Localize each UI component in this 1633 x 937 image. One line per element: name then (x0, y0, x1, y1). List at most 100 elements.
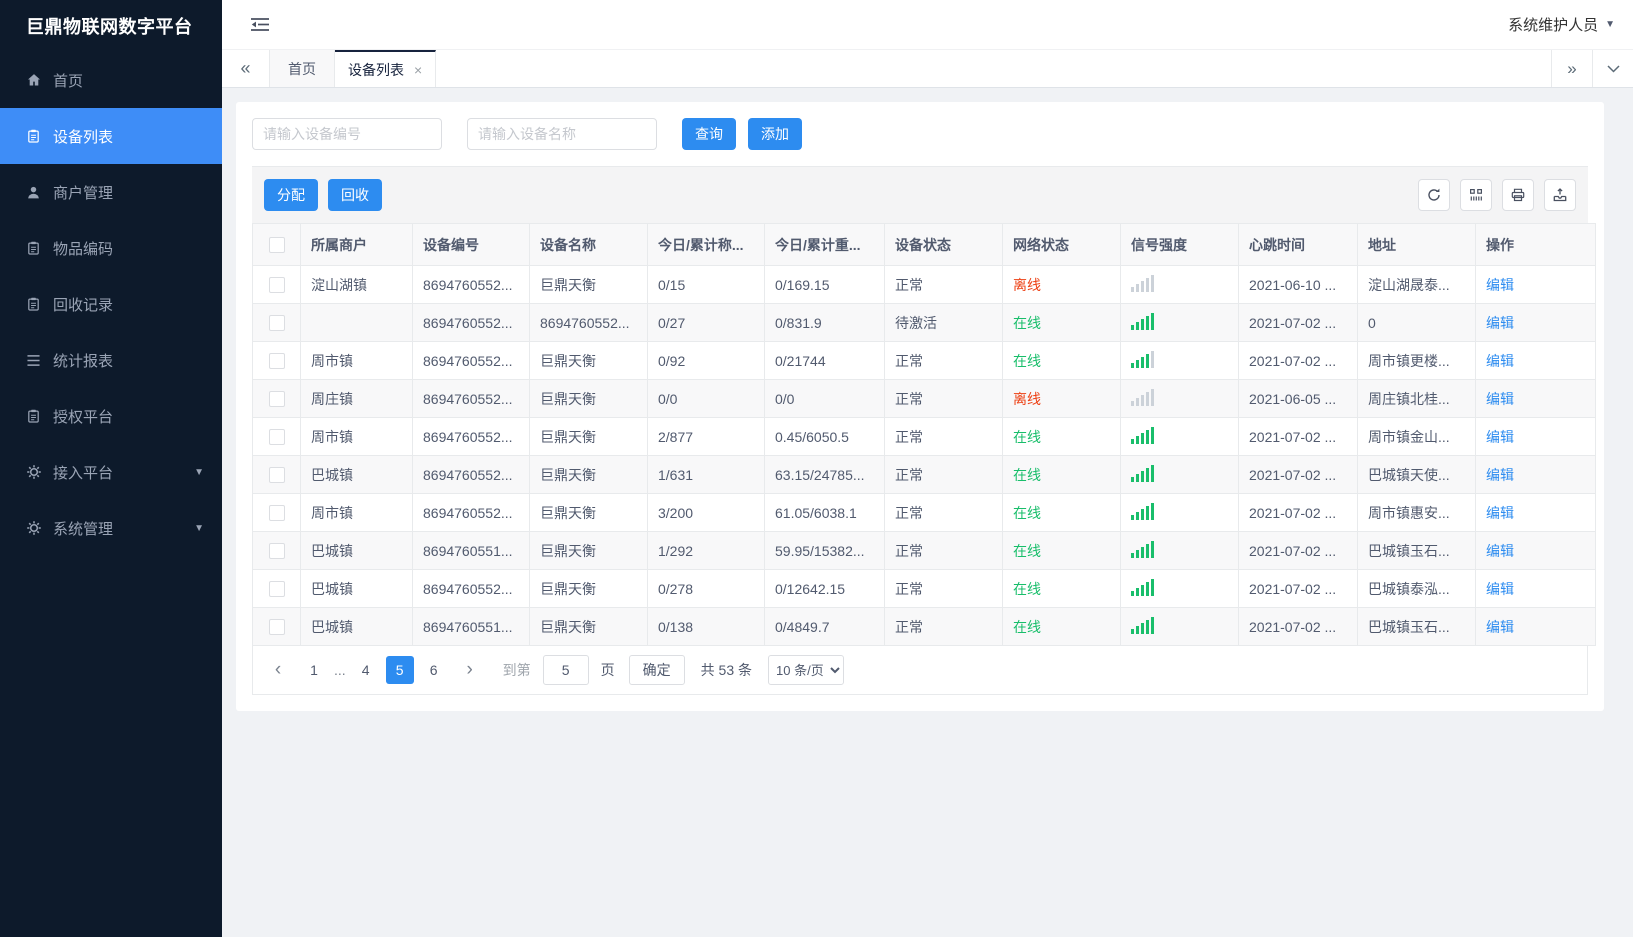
edit-link[interactable]: 编辑 (1486, 429, 1514, 445)
app-title: 巨鼎物联网数字平台 (26, 17, 193, 37)
signal-strength-icon (1131, 502, 1154, 520)
signal-cell (1120, 341, 1239, 380)
network-status-cell: 在线 (1002, 531, 1121, 570)
sidebar-collapse-icon[interactable] (250, 16, 270, 33)
refresh-button[interactable] (1418, 179, 1450, 211)
heartbeat-cell: 2021-06-05 ... (1238, 379, 1358, 418)
sidebar-item-商户管理[interactable]: 商户管理 (0, 164, 222, 220)
sidebar-item-授权平台[interactable]: 授权平台 (0, 388, 222, 444)
merchant-cell (300, 303, 413, 342)
device-name-input[interactable] (467, 118, 657, 150)
row-checkbox[interactable] (268, 315, 285, 332)
sidebar-item-label: 统计报表 (53, 352, 114, 370)
row-checkbox[interactable] (268, 505, 285, 522)
row-checkbox[interactable] (268, 353, 285, 370)
network-status-badge: 在线 (1013, 352, 1041, 369)
columns-button[interactable] (1460, 179, 1492, 211)
device-name-cell: 巨鼎天衡 (529, 265, 648, 304)
assign-button[interactable]: 分配 (264, 179, 318, 211)
column-header: 信号强度 (1120, 223, 1239, 266)
today-count-cell: 0/27 (647, 303, 765, 342)
sidebar-item-系统管理[interactable]: 系统管理 ▼ (0, 500, 222, 556)
address-cell: 周市镇惠安... (1357, 493, 1476, 532)
page-number-4[interactable]: 4 (352, 656, 380, 684)
tabs-menu-icon[interactable] (1592, 50, 1633, 87)
signal-cell (1120, 455, 1239, 494)
edit-link[interactable]: 编辑 (1486, 353, 1514, 369)
row-checkbox[interactable] (268, 277, 285, 294)
sidebar-item-设备列表[interactable]: 设备列表 (0, 108, 222, 164)
network-status-cell: 在线 (1002, 303, 1121, 342)
edit-link[interactable]: 编辑 (1486, 467, 1514, 483)
tabs-scroll-left-icon[interactable]: « (222, 50, 270, 87)
page-number-6[interactable]: 6 (420, 656, 448, 684)
edit-link[interactable]: 编辑 (1486, 543, 1514, 559)
edit-link[interactable]: 编辑 (1486, 277, 1514, 293)
tab-device-list[interactable]: 设备列表 × (335, 50, 437, 87)
edit-link[interactable]: 编辑 (1486, 315, 1514, 331)
heartbeat-cell: 2021-07-02 ... (1238, 569, 1358, 608)
address-cell: 周市镇金山... (1357, 417, 1476, 456)
query-button[interactable]: 查询 (682, 118, 736, 150)
action-cell: 编辑 (1475, 455, 1596, 494)
edit-link[interactable]: 编辑 (1486, 505, 1514, 521)
user-menu[interactable]: 系统维护人员 ▼ (1508, 14, 1615, 35)
tabs-scroll-right-icon[interactable]: » (1551, 50, 1592, 87)
sidebar-item-统计报表[interactable]: 统计报表 (0, 332, 222, 388)
sidebar-item-label: 回收记录 (53, 296, 114, 314)
page-number-5[interactable]: 5 (385, 656, 414, 684)
device-no-input[interactable] (252, 118, 442, 150)
next-page-icon[interactable]: › (455, 655, 485, 685)
row-checkbox[interactable] (268, 391, 285, 408)
page-numbers: 1... 4 5 6 (297, 656, 451, 684)
page-size-select[interactable]: 10 条/页 (768, 655, 845, 685)
device-name-cell: 8694760552... (529, 303, 648, 342)
device-name-cell: 巨鼎天衡 (529, 607, 648, 646)
row-checkbox[interactable] (268, 429, 285, 446)
tab-home[interactable]: 首页 (270, 50, 335, 87)
prev-page-icon[interactable]: ‹ (263, 655, 293, 685)
edit-link[interactable]: 编辑 (1486, 391, 1514, 407)
sidebar-item-物品编码[interactable]: 物品编码 (0, 220, 222, 276)
tab-close-icon[interactable]: × (414, 62, 422, 78)
item-code-icon (24, 240, 43, 257)
merchant-icon (24, 184, 43, 201)
action-cell: 编辑 (1475, 341, 1596, 380)
row-checkbox[interactable] (268, 619, 285, 636)
select-all-checkbox[interactable] (268, 237, 285, 254)
row-checkbox[interactable] (268, 543, 285, 560)
column-header: 今日/累计称... (647, 223, 765, 266)
address-cell: 淀山湖晟泰... (1357, 265, 1476, 304)
goto-page-input[interactable] (542, 655, 589, 685)
content-area: 查询 添加 分配 回收 (222, 88, 1633, 937)
sidebar-item-label: 商户管理 (53, 184, 114, 202)
device-table-body: 淀山湖镇 8694760552... 巨鼎天衡 0/15 0/169.15 正常 离线 202… (252, 265, 1596, 646)
goto-confirm-button[interactable]: 确定 (628, 655, 685, 685)
address-cell: 周庄镇北桂... (1357, 379, 1476, 418)
add-button[interactable]: 添加 (748, 118, 802, 150)
sidebar-item-首页[interactable]: 首页 (0, 52, 222, 108)
today-count-cell: 0/138 (647, 607, 765, 646)
device-no-cell: 8694760552... (412, 417, 530, 456)
heartbeat-cell: 2021-07-02 ... (1238, 493, 1358, 532)
recycle-button[interactable]: 回收 (328, 179, 382, 211)
heartbeat-cell: 2021-07-02 ... (1238, 303, 1358, 342)
page-number-1[interactable]: 1 (300, 656, 328, 684)
row-checkbox[interactable] (268, 581, 285, 598)
sidebar-item-接入平台[interactable]: 接入平台 ▼ (0, 444, 222, 500)
sidebar-item-label: 设备列表 (53, 128, 114, 146)
signal-strength-icon (1131, 388, 1154, 406)
edit-link[interactable]: 编辑 (1486, 619, 1514, 635)
row-checkbox[interactable] (268, 467, 285, 484)
pagination: ‹ 1... 456 › 到第 页 确定 共 53 条 10 条/页 (252, 646, 1588, 695)
device-table-head: 所属商户 设备编号 设备名称 今日/累计称... 今日/累计重... 设备状态 网络状态 信号… (252, 223, 1596, 266)
sidebar-item-回收记录[interactable]: 回收记录 (0, 276, 222, 332)
action-cell: 编辑 (1475, 417, 1596, 456)
edit-link[interactable]: 编辑 (1486, 581, 1514, 597)
today-count-cell: 0/0 (647, 379, 765, 418)
print-icon (1510, 187, 1526, 203)
today-count-cell: 0/278 (647, 569, 765, 608)
export-button[interactable] (1544, 179, 1576, 211)
device-name-cell: 巨鼎天衡 (529, 341, 648, 380)
print-button[interactable] (1502, 179, 1534, 211)
